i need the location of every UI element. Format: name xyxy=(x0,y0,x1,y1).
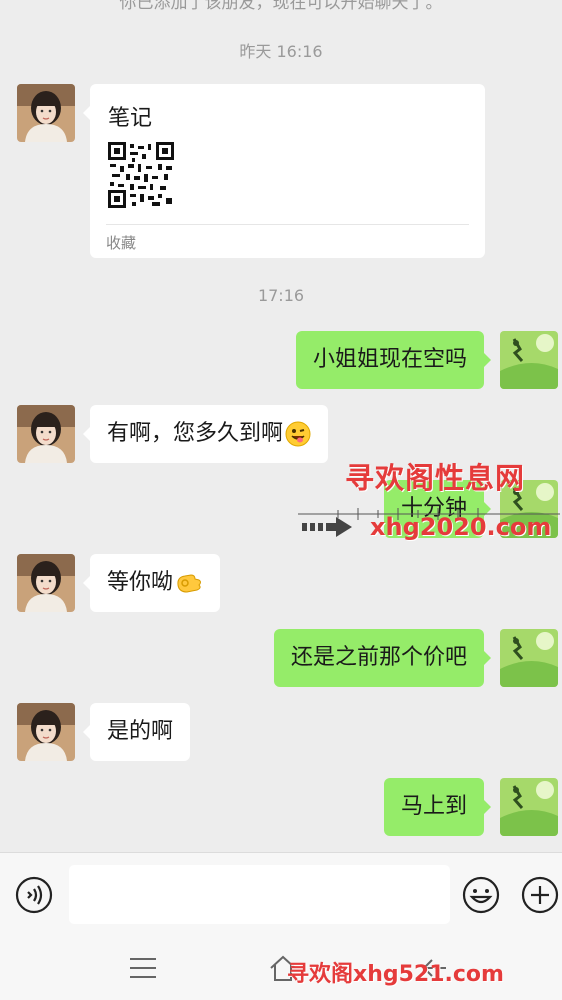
message-input[interactable] xyxy=(69,865,450,924)
incoming-message[interactable]: 有啊，您多久到啊 xyxy=(82,405,329,463)
message-text: 等你呦 xyxy=(107,570,174,595)
card-title: 笔记 xyxy=(108,106,153,131)
incoming-message[interactable]: 等你呦 xyxy=(82,554,221,612)
contact-avatar[interactable] xyxy=(17,84,75,142)
bottom-watermark: 寻欢阁xhg521.com xyxy=(287,962,504,987)
qr-code-image xyxy=(108,142,174,208)
watermark-url: xhg2020.com xyxy=(370,513,552,541)
message-text: 有啊，您多久到啊 xyxy=(107,421,284,446)
contact-avatar[interactable] xyxy=(17,554,75,612)
incoming-message[interactable]: 是的啊 xyxy=(82,703,191,761)
voice-icon[interactable] xyxy=(14,875,54,915)
chat-area[interactable]: 你已添加了该朋友，现在可以开始聊天了。 昨天 16:16 笔记 收藏 17:16… xyxy=(0,0,562,852)
my-avatar[interactable] xyxy=(500,331,558,389)
input-bar xyxy=(0,852,562,937)
winking-face-tongue-icon xyxy=(285,421,311,447)
favorite-note-card[interactable]: 笔记 收藏 xyxy=(83,84,485,258)
timestamp: 17:16 xyxy=(257,286,305,305)
my-avatar[interactable] xyxy=(500,629,558,687)
system-navigation-bar: 寻欢阁xhg521.com xyxy=(0,936,562,1000)
watermark-title: 寻欢阁性息网 xyxy=(345,461,526,495)
my-avatar[interactable] xyxy=(500,778,558,836)
message-text: 是的啊 xyxy=(107,719,174,744)
timestamp: 昨天 16:16 xyxy=(239,42,323,61)
system-notice: 你已添加了该朋友，现在可以开始聊天了。 xyxy=(119,0,443,13)
emoji-icon[interactable] xyxy=(461,875,501,915)
message-text: 还是之前那个价吧 xyxy=(290,645,467,670)
watermark-arrow-icon xyxy=(302,517,352,537)
plus-icon[interactable] xyxy=(520,875,560,915)
menu-icon[interactable] xyxy=(128,956,158,980)
contact-avatar[interactable] xyxy=(17,703,75,761)
message-text: 马上到 xyxy=(400,794,467,819)
outgoing-message[interactable]: 小姐姐现在空吗 xyxy=(295,331,492,389)
contact-avatar[interactable] xyxy=(17,405,75,463)
card-source-label: 收藏 xyxy=(106,234,137,252)
ok-hand-icon xyxy=(177,574,202,593)
card-divider xyxy=(106,224,469,225)
message-text: 小姐姐现在空吗 xyxy=(312,347,467,372)
outgoing-message[interactable]: 还是之前那个价吧 xyxy=(273,629,492,687)
outgoing-message[interactable]: 马上到 xyxy=(383,778,492,836)
